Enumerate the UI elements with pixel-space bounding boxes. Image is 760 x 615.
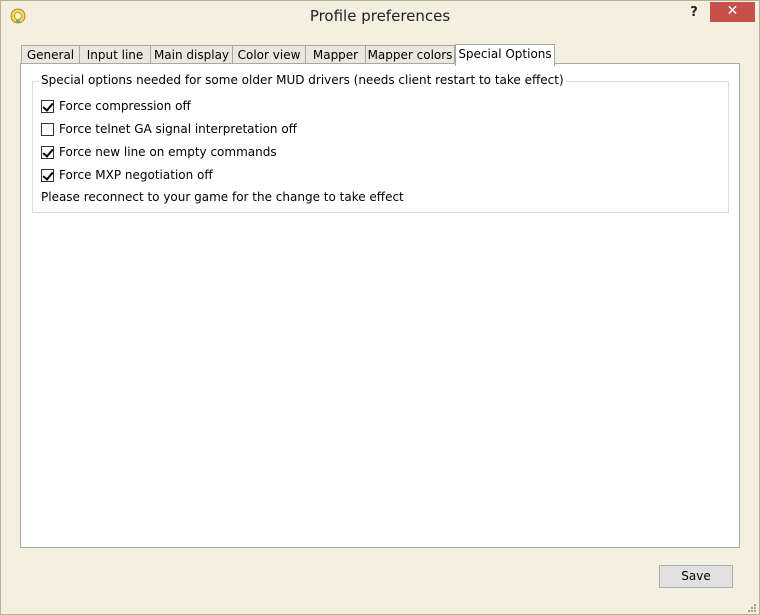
force-compression-label[interactable]: Force compression off <box>59 99 191 113</box>
save-button[interactable]: Save <box>659 565 733 588</box>
group-title: Special options needed for some older MU… <box>39 73 566 87</box>
force-new-line-checkbox[interactable] <box>41 145 54 159</box>
tab-general[interactable]: General <box>21 45 80 65</box>
force-new-line-label[interactable]: Force new line on empty commands <box>59 145 277 159</box>
tab-mapper[interactable]: Mapper <box>305 45 366 65</box>
force-compression-checkbox[interactable] <box>41 99 54 113</box>
force-compression-option[interactable]: Force compression off <box>41 98 191 114</box>
tab-special-options[interactable]: Special Options <box>455 44 555 66</box>
preferences-window: Profile preferences ? ✕ General Input li… <box>0 0 760 615</box>
tab-input-line[interactable]: Input line <box>79 45 151 65</box>
tab-main-display[interactable]: Main display <box>150 45 233 65</box>
force-new-line-option[interactable]: Force new line on empty commands <box>41 144 277 160</box>
tab-color-view[interactable]: Color view <box>232 45 306 65</box>
force-mxp-option[interactable]: Force MXP negotiation off <box>41 167 213 183</box>
force-mxp-checkbox[interactable] <box>41 168 54 182</box>
special-options-group: Special options needed for some older MU… <box>32 73 729 213</box>
force-telnet-ga-checkbox[interactable] <box>41 122 54 136</box>
window-title: Profile preferences <box>309 7 451 25</box>
force-telnet-ga-label[interactable]: Force telnet GA signal interpretation of… <box>59 122 297 136</box>
resize-grip-icon[interactable] <box>745 601 757 613</box>
reconnect-note: Please reconnect to your game for the ch… <box>41 190 404 204</box>
force-telnet-ga-option[interactable]: Force telnet GA signal interpretation of… <box>41 121 297 137</box>
help-button[interactable]: ? <box>681 3 707 23</box>
tab-mapper-colors[interactable]: Mapper colors <box>365 45 455 65</box>
special-options-panel: Special options needed for some older MU… <box>20 63 740 548</box>
close-button[interactable]: ✕ <box>710 2 755 22</box>
force-mxp-label[interactable]: Force MXP negotiation off <box>59 168 213 182</box>
title-bar[interactable]: Profile preferences ? ✕ <box>1 1 759 32</box>
